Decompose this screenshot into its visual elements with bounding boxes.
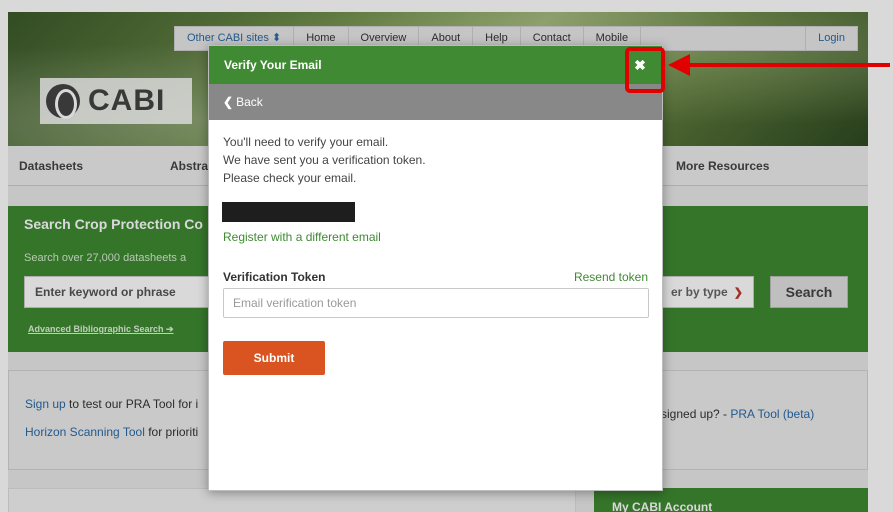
message-line-1: You'll need to verify your email. — [223, 135, 389, 149]
redacted-email — [222, 202, 355, 222]
verification-token-input[interactable] — [223, 288, 649, 318]
message-line-3: Please check your email. — [223, 171, 357, 185]
resend-token-link[interactable]: Resend token — [574, 270, 648, 284]
back-bar: ❮ Back — [209, 84, 662, 120]
close-highlight-box — [625, 47, 665, 93]
submit-button[interactable]: Submit — [223, 341, 325, 375]
modal-header: Verify Your Email ✖ — [209, 46, 662, 84]
back-label: Back — [236, 95, 263, 109]
back-button[interactable]: ❮ Back — [223, 95, 263, 109]
message-line-2: We have sent you a verification token. — [223, 153, 426, 167]
annotation-arrow-icon — [668, 54, 890, 76]
chevron-left-icon: ❮ — [223, 95, 234, 109]
verification-token-label: Verification Token — [223, 270, 326, 284]
register-different-email-link[interactable]: Register with a different email — [223, 230, 381, 244]
modal-title: Verify Your Email — [224, 58, 322, 72]
verify-email-modal: Verify Your Email ✖ ❮ Back You'll need to… — [208, 45, 663, 491]
